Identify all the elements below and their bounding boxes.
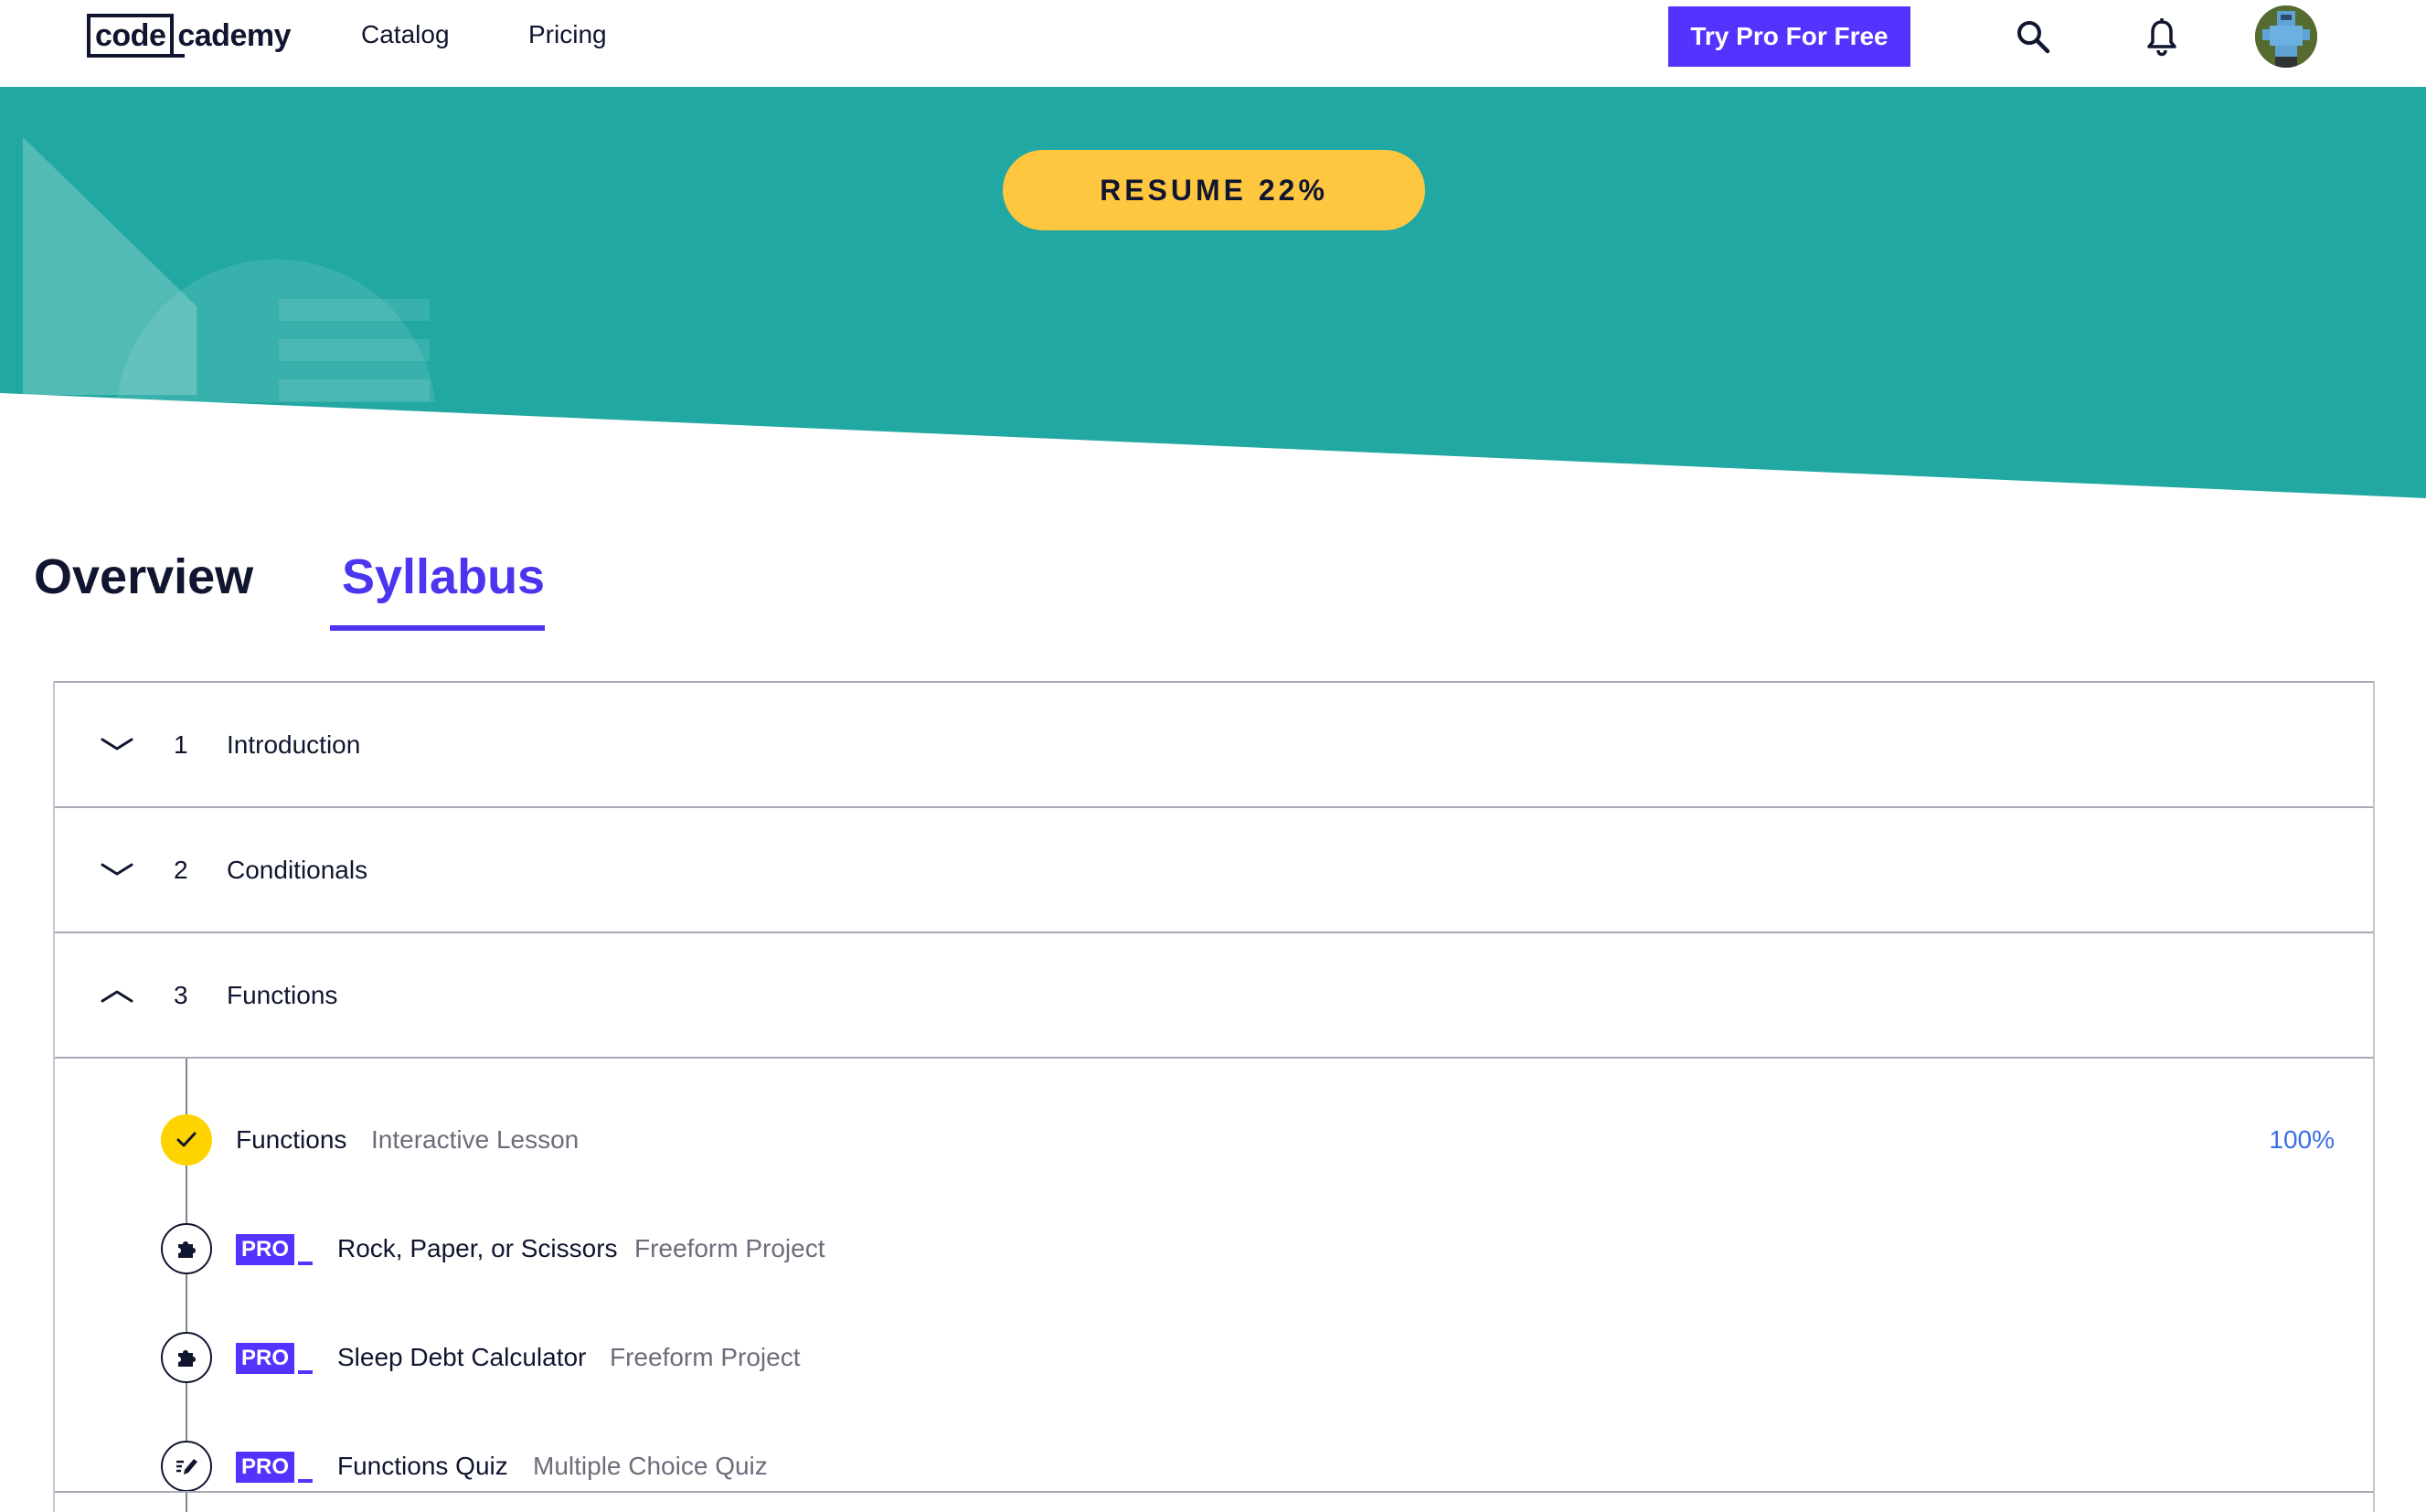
syllabus-item-sleep-debt-calculator[interactable]: PRO Sleep Debt Calculator Freeform Proje…	[55, 1330, 2373, 1385]
item-type: Freeform Project	[634, 1234, 825, 1262]
module-row-conditionals[interactable]: 2 Conditionals	[55, 806, 2373, 932]
item-title: Rock, Paper, or Scissors	[337, 1234, 618, 1262]
module-number: 1	[174, 729, 188, 759]
check-icon	[176, 1132, 197, 1147]
module-row-functions[interactable]: 3 Functions	[55, 932, 2373, 1057]
search-icon[interactable]	[2015, 18, 2051, 55]
codecademy-logo[interactable]: code cademy	[87, 13, 291, 59]
puzzle-icon	[178, 1241, 196, 1258]
item-title: Functions Quiz	[337, 1452, 508, 1480]
tab-overview[interactable]: Overview	[34, 548, 253, 605]
pro-badge-cursor	[298, 1262, 314, 1265]
nav-catalog-link[interactable]: Catalog	[361, 20, 450, 49]
tab-syllabus[interactable]: Syllabus	[342, 548, 545, 605]
pro-badge-label: PRO	[236, 1234, 295, 1265]
logo-code-box: code	[87, 14, 186, 58]
project-marker	[161, 1332, 212, 1383]
module-number: 2	[174, 855, 188, 884]
item-type: Freeform Project	[610, 1343, 801, 1371]
puzzle-icon	[178, 1350, 196, 1367]
item-progress: 100%	[2269, 1125, 2335, 1154]
quiz-marker	[161, 1441, 212, 1492]
syllabus-item-functions-lesson[interactable]: Functions Interactive Lesson 100%	[55, 1113, 2373, 1167]
item-type: Multiple Choice Quiz	[533, 1452, 768, 1480]
bell-icon[interactable]	[2144, 18, 2179, 57]
item-type: Interactive Lesson	[371, 1125, 580, 1154]
module-title: Introduction	[227, 729, 361, 759]
pro-badge-label: PRO	[236, 1343, 295, 1374]
hero-background	[0, 87, 2426, 498]
module-number: 3	[174, 980, 188, 1009]
quiz-pencil-icon	[176, 1459, 197, 1475]
pro-badge: PRO	[236, 1450, 314, 1483]
completed-marker	[161, 1114, 212, 1166]
item-title: Functions	[236, 1125, 347, 1154]
pro-badge-cursor	[298, 1479, 314, 1483]
user-avatar[interactable]	[2255, 5, 2317, 68]
chevron-down-icon	[101, 738, 133, 750]
syllabus-item-rock-paper-scissors[interactable]: PRO Rock, Paper, or Scissors Freeform Pr…	[55, 1221, 2373, 1276]
item-title: Sleep Debt Calculator	[337, 1343, 587, 1371]
resume-course-button[interactable]: RESUME 22%	[1003, 150, 1425, 230]
module-divider	[55, 1057, 2373, 1059]
logo-text: cademy	[177, 17, 291, 53]
syllabus-item-functions-quiz[interactable]: PRO Functions Quiz Multiple Choice Quiz	[55, 1439, 2373, 1494]
top-navigation-bar: code cademy Catalog Pricing Try Pro For …	[0, 0, 2426, 87]
pro-badge-label: PRO	[236, 1452, 295, 1483]
chevron-down-icon	[101, 863, 133, 875]
module-divider	[55, 1491, 2373, 1493]
pro-badge-cursor	[298, 1370, 314, 1374]
module-row-introduction[interactable]: 1 Introduction	[55, 681, 2373, 806]
module-title: Conditionals	[227, 855, 368, 884]
project-marker	[161, 1223, 212, 1274]
nav-pricing-link[interactable]: Pricing	[528, 20, 607, 49]
try-pro-button[interactable]: Try Pro For Free	[1668, 6, 1910, 67]
course-hero-banner	[0, 87, 2426, 498]
pro-badge: PRO	[236, 1341, 314, 1374]
module-title: Functions	[227, 980, 338, 1009]
robot-avatar-icon	[2255, 5, 2317, 68]
active-tab-indicator	[330, 625, 545, 631]
syllabus-list: 1 Introduction 2 Conditionals 3 Function…	[53, 681, 2375, 1512]
pro-badge: PRO	[236, 1232, 314, 1265]
chevron-up-icon	[101, 990, 133, 1002]
